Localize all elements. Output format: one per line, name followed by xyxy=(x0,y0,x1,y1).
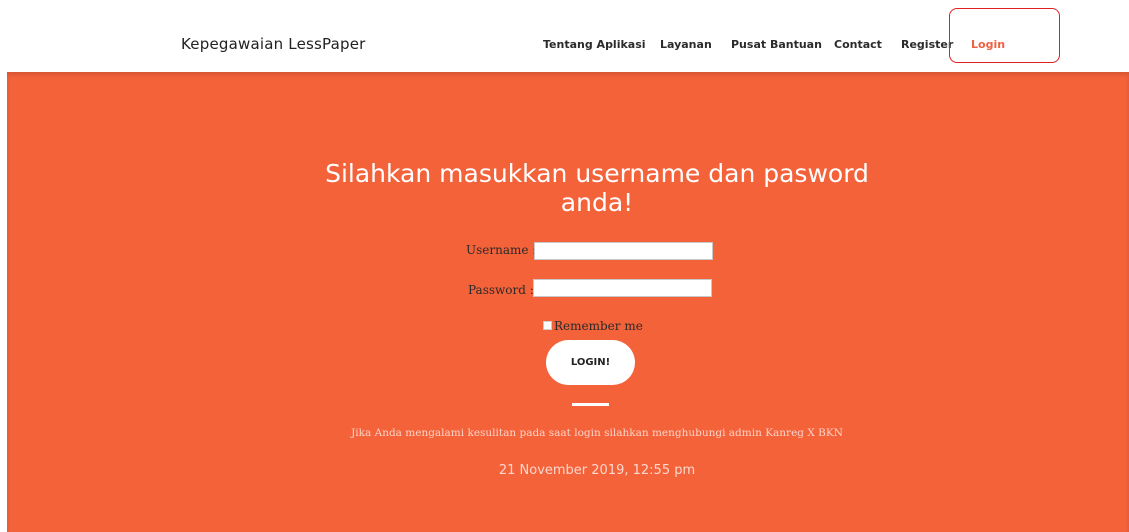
nav-item-register[interactable]: Register xyxy=(901,38,953,51)
nav-item-tentang-aplikasi[interactable]: Tentang Aplikasi xyxy=(543,38,646,51)
nav-item-pusat-bantuan[interactable]: Pusat Bantuan xyxy=(731,38,822,51)
username-label: Username : xyxy=(466,243,537,257)
remember-me-row: Remember me xyxy=(543,319,643,333)
top-navbar: Kepegawaian LessPaper Tentang Aplikasi L… xyxy=(0,0,1129,72)
username-input[interactable] xyxy=(534,242,713,260)
nav-item-layanan[interactable]: Layanan xyxy=(660,38,712,51)
nav-item-contact[interactable]: Contact xyxy=(834,38,882,51)
login-hero-section: Silahkan masukkan username dan pasword a… xyxy=(7,72,1129,532)
password-input[interactable] xyxy=(533,279,712,297)
remember-me-label[interactable]: Remember me xyxy=(554,319,643,333)
page-title-line-2: anda! xyxy=(560,188,634,217)
section-divider xyxy=(572,403,609,406)
page-title: Silahkan masukkan username dan pasword a… xyxy=(7,159,1129,217)
brand-logo-text[interactable]: Kepegawaian LessPaper xyxy=(181,35,366,53)
page-title-line-1: Silahkan masukkan username dan pasword xyxy=(325,159,869,188)
current-datetime: 21 November 2019, 12:55 pm xyxy=(498,463,696,478)
login-highlight-box xyxy=(949,8,1060,63)
remember-me-checkbox[interactable] xyxy=(543,321,552,330)
password-label: Password : xyxy=(468,283,534,297)
login-submit-button[interactable]: LOGIN! xyxy=(546,340,635,385)
help-text: Jika Anda mengalami kesulitan pada saat … xyxy=(351,427,843,439)
